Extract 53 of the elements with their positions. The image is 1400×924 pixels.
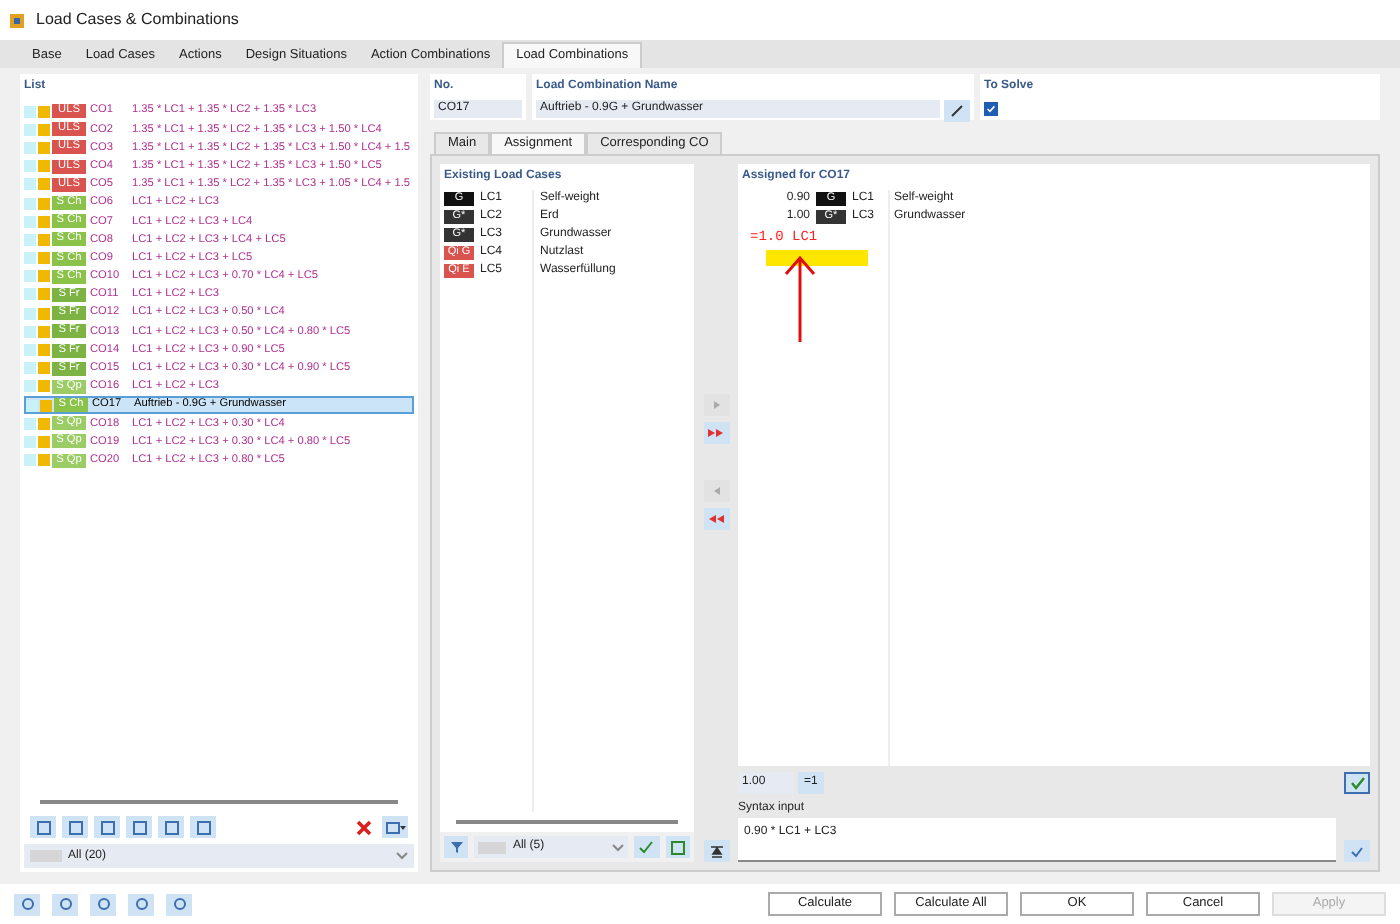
load-marker — [38, 197, 50, 210]
load-marker — [38, 270, 50, 283]
load-marker — [38, 307, 50, 320]
load-marker — [38, 362, 50, 375]
load-marker — [38, 380, 50, 393]
status-marker — [24, 197, 36, 210]
view-options-icon[interactable] — [382, 816, 408, 838]
load-marker — [38, 105, 50, 118]
status-marker — [24, 435, 36, 448]
load-marker — [38, 160, 50, 173]
load-marker — [38, 233, 50, 246]
status-marker — [24, 123, 36, 136]
status-marker — [24, 215, 36, 228]
highlight-bar — [766, 249, 868, 265]
status-marker — [24, 325, 36, 338]
remove-all-icon[interactable] — [703, 508, 729, 530]
load-marker — [38, 417, 50, 430]
chevron-icon — [612, 843, 625, 851]
status-marker — [24, 380, 36, 393]
load-marker — [40, 399, 52, 412]
window-title: Load Cases & Combinations — [36, 8, 239, 32]
status-marker — [24, 270, 36, 283]
status-marker — [24, 307, 36, 320]
status-marker — [24, 288, 36, 301]
status-marker — [24, 417, 36, 430]
edit-icon[interactable] — [944, 100, 970, 122]
load-marker — [38, 252, 50, 265]
load-marker — [38, 123, 50, 136]
status-marker — [24, 454, 36, 467]
load-marker — [38, 454, 50, 467]
load-marker — [38, 435, 50, 448]
load-marker — [38, 325, 50, 338]
status-marker — [26, 399, 38, 412]
status-marker — [24, 160, 36, 173]
add-all-icon[interactable] — [703, 422, 729, 444]
status-marker — [24, 362, 36, 375]
solve-checkbox[interactable] — [984, 102, 998, 116]
load-marker — [38, 178, 50, 191]
status-marker — [24, 105, 36, 118]
status-marker — [24, 233, 36, 246]
status-marker — [24, 252, 36, 265]
app-icon — [8, 11, 26, 29]
status-marker — [24, 178, 36, 191]
status-marker — [24, 141, 36, 154]
collapse-icon[interactable] — [703, 840, 729, 862]
load-marker — [38, 344, 50, 357]
load-marker — [38, 288, 50, 301]
chevron-icon — [396, 852, 408, 860]
check-icon[interactable] — [1344, 840, 1370, 862]
load-marker — [38, 215, 50, 228]
status-marker — [24, 344, 36, 357]
check-icon[interactable] — [1344, 772, 1370, 794]
load-marker — [38, 141, 50, 154]
